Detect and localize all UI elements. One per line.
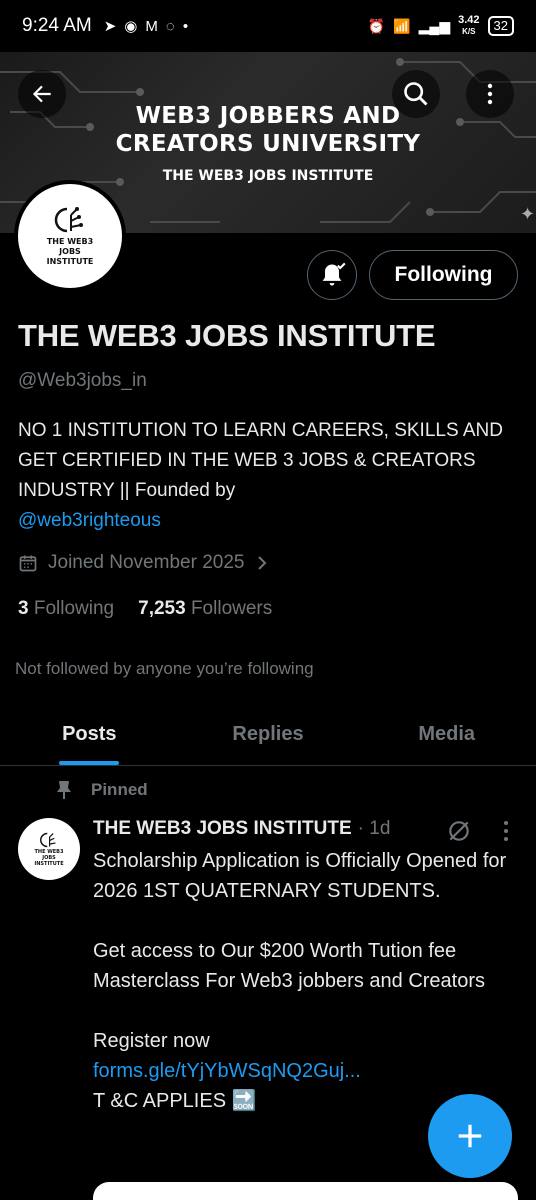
bell-plus-icon bbox=[322, 262, 346, 286]
more-options-button[interactable] bbox=[466, 70, 514, 118]
tab-posts[interactable]: Posts bbox=[0, 704, 179, 765]
not-followed-notice: Not followed by anyone you’re following bbox=[15, 659, 314, 678]
soon-emoji: 🔜 bbox=[231, 1090, 257, 1112]
alarm-icon: ⏰ bbox=[367, 17, 386, 34]
more-vertical-icon bbox=[487, 83, 493, 105]
notifications-button[interactable] bbox=[307, 250, 357, 300]
back-button[interactable] bbox=[18, 70, 66, 118]
search-icon bbox=[404, 82, 428, 106]
bio-mention-link[interactable]: @web3righteous bbox=[18, 506, 518, 536]
profile-avatar[interactable]: THE WEB3 JOBS INSTITUTE bbox=[14, 180, 126, 292]
follow-stats: 3 Following 7,253 Followers bbox=[18, 598, 272, 620]
post-body: Scholarship Application is Officially Op… bbox=[93, 846, 523, 1116]
followers-stat[interactable]: 7,253 Followers bbox=[138, 598, 272, 620]
search-button[interactable] bbox=[392, 70, 440, 118]
joined-date[interactable]: Joined November 2025 bbox=[18, 552, 270, 574]
post-link[interactable]: forms.gle/tYjYbWSqNQ2Guj... bbox=[93, 1060, 361, 1082]
joined-label: Joined November 2025 bbox=[48, 552, 245, 573]
system-icons: ⏰ 📶 ▂▄▆ 3.42 K/S 32 bbox=[368, 15, 514, 37]
post-header: THE WEB3 JOBS INSTITUTE · 1d bbox=[93, 818, 390, 840]
post-media-card[interactable] bbox=[93, 1182, 518, 1200]
post-more-button[interactable] bbox=[496, 818, 516, 849]
avatar-text: THE WEB3 JOBS INSTITUTE bbox=[46, 237, 94, 266]
pin-icon bbox=[57, 781, 71, 799]
post-avatar-text: THE WEB3 JOBS INSTITUTE bbox=[34, 849, 64, 867]
back-arrow-icon bbox=[32, 85, 51, 103]
notification-icons: ➤ ◉ M ◌ • bbox=[103, 17, 189, 36]
chrome-icon: ◉ bbox=[124, 18, 138, 35]
signal-icon: ▂▄▆ bbox=[418, 17, 451, 34]
profile-handle: @Web3jobs_in bbox=[18, 370, 147, 391]
more-vertical-icon bbox=[504, 821, 508, 841]
post-author-name[interactable]: THE WEB3 JOBS INSTITUTE bbox=[93, 818, 352, 840]
pinned-indicator: Pinned bbox=[55, 780, 148, 800]
following-stat[interactable]: 3 Following bbox=[18, 598, 114, 620]
tab-media[interactable]: Media bbox=[357, 704, 536, 765]
banner-title: WEB3 JOBBERS AND CREATORS UNIVERSITY bbox=[115, 103, 421, 157]
grok-icon bbox=[449, 821, 469, 841]
pinned-label: Pinned bbox=[91, 780, 148, 799]
calendar-icon bbox=[19, 555, 37, 572]
status-bar: 9:24 AM ➤ ◉ M ◌ • ⏰ 📶 ▂▄▆ 3.42 K/S 32 bbox=[0, 0, 536, 52]
telegram-icon: ➤ bbox=[103, 18, 117, 35]
chevron-right-icon bbox=[258, 556, 267, 570]
profile-tabs: Posts Replies Media bbox=[0, 704, 536, 766]
post-footer: T &C APPLIES 🔜 bbox=[93, 1090, 257, 1112]
grok-button[interactable] bbox=[446, 818, 472, 849]
plus-icon bbox=[458, 1124, 482, 1148]
dot-icon: • bbox=[182, 17, 189, 35]
compose-post-button[interactable] bbox=[428, 1094, 512, 1178]
gmail-icon: M bbox=[145, 17, 158, 35]
wifi-icon: 📶 bbox=[393, 17, 411, 34]
net-speed: 3.42 K/S bbox=[458, 14, 480, 37]
logo-circuit-icon bbox=[54, 207, 83, 233]
whatsapp-icon: ◌ bbox=[165, 17, 175, 35]
status-time: 9:24 AM bbox=[22, 15, 92, 36]
bio-text: NO 1 INSTITUTION TO LEARN CAREERS, SKILL… bbox=[18, 420, 503, 501]
logo-circuit-icon bbox=[40, 832, 56, 848]
battery-indicator: 32 bbox=[487, 16, 514, 36]
profile-name: THE WEB3 JOBS INSTITUTE bbox=[18, 318, 436, 353]
following-button[interactable]: Following bbox=[369, 250, 518, 300]
post-text: Scholarship Application is Officially Op… bbox=[93, 850, 507, 1052]
svg-text:✦: ✦ bbox=[520, 204, 535, 225]
post-timestamp: · 1d bbox=[357, 818, 391, 839]
tab-replies[interactable]: Replies bbox=[179, 704, 358, 765]
profile-bio: NO 1 INSTITUTION TO LEARN CAREERS, SKILL… bbox=[18, 416, 518, 536]
post-author-avatar[interactable]: THE WEB3 JOBS INSTITUTE bbox=[18, 818, 80, 880]
